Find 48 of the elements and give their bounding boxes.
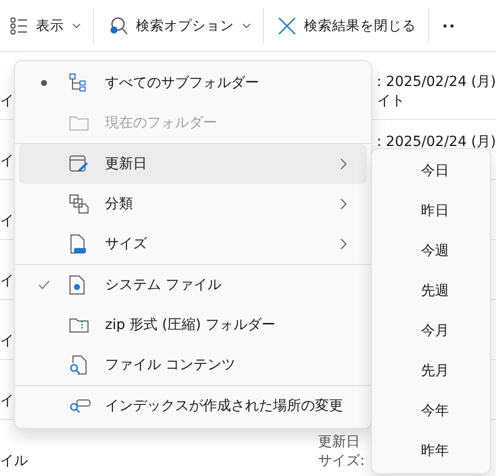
menu-item[interactable]: サイズ — [19, 224, 367, 264]
menu-item[interactable]: 今月 — [372, 311, 490, 351]
folder-icon — [69, 115, 89, 131]
modified-date: : 2025/02/24 (月) — [376, 133, 496, 152]
file-name: イ — [0, 392, 15, 411]
more-button[interactable] — [443, 24, 454, 28]
file-search-icon — [69, 355, 87, 375]
file-name: イ — [0, 92, 15, 111]
modified-date: : 2025/02/24 (月) — [376, 73, 496, 92]
menu-item[interactable]: 昨年 — [372, 431, 490, 471]
chevron-right-icon — [339, 158, 347, 170]
list-view-icon — [10, 16, 28, 34]
system-file-icon — [69, 275, 85, 295]
menu-item[interactable]: 今日 — [372, 151, 490, 191]
close-icon — [278, 16, 296, 34]
file-name: イ — [0, 212, 15, 231]
file-size: サイズ: — [318, 452, 365, 471]
zip-folder-icon — [69, 317, 89, 333]
chevron-right-icon — [339, 238, 347, 250]
file-name: イ — [0, 272, 15, 291]
modified-date: 更新日 — [318, 433, 361, 452]
search-settings-icon — [108, 16, 128, 36]
menu-item[interactable]: 今週 — [372, 231, 490, 271]
menu-item[interactable]: zip 形式 (圧縮) フォルダー — [19, 305, 367, 345]
toolbar-button[interactable]: 検索結果を閉じる — [278, 10, 420, 40]
menu-item[interactable]: すべてのサブフォルダー — [19, 63, 367, 103]
file-name: イ — [0, 332, 15, 351]
menu-item[interactable]: 先月 — [372, 351, 490, 391]
dropdown-button[interactable]: 検索オプション — [108, 10, 255, 42]
menu-item[interactable]: 今年 — [372, 391, 490, 431]
index-search-icon — [69, 397, 91, 415]
menu-item[interactable]: インデックスが作成された場所の変更 — [19, 386, 367, 426]
menu-item[interactable]: 先週 — [372, 271, 490, 311]
menu-item[interactable]: 昨日 — [372, 191, 490, 231]
chevron-down-icon — [242, 22, 251, 28]
file-name: イ — [0, 152, 15, 171]
copy-files-icon — [69, 194, 89, 214]
chevron-down-icon — [72, 22, 81, 28]
calendar-edit-icon — [69, 155, 89, 173]
menu-item[interactable]: 分類 — [19, 184, 367, 224]
folder-tree-icon — [69, 73, 87, 93]
chevron-right-icon — [339, 198, 347, 210]
menu-item[interactable]: ファイル コンテンツ — [19, 345, 367, 385]
file-size-icon — [69, 234, 87, 254]
dropdown-button[interactable]: 表示 — [10, 10, 85, 40]
file-size: イト — [376, 92, 406, 111]
menu-item[interactable]: 更新日 — [19, 144, 367, 184]
menu-item[interactable]: システム ファイル — [19, 265, 367, 305]
